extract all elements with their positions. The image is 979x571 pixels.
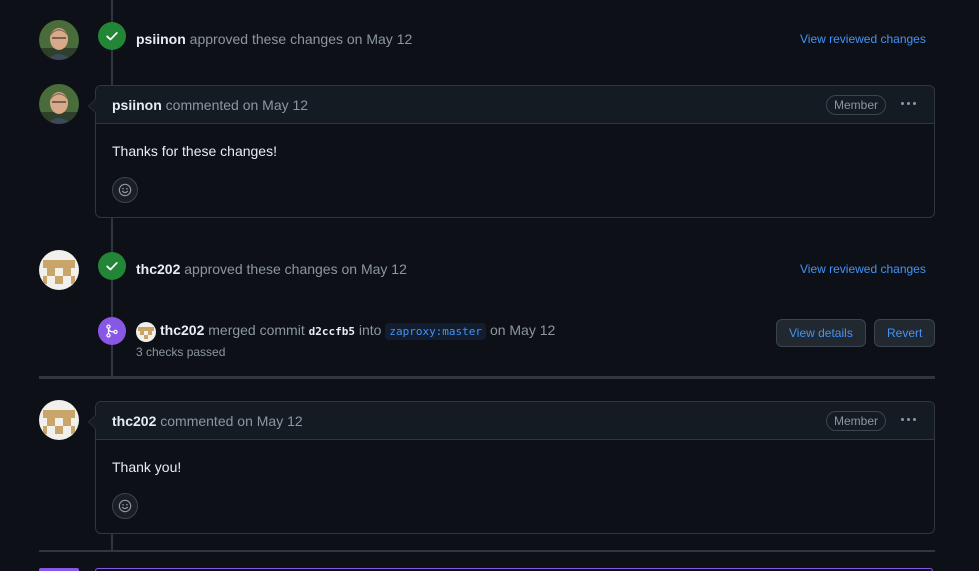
view-details-button[interactable]: View details bbox=[776, 319, 866, 347]
view-reviewed-changes-link[interactable]: View reviewed changes bbox=[800, 32, 926, 46]
add-reaction-button[interactable] bbox=[112, 177, 138, 203]
avatar-thc202[interactable] bbox=[39, 400, 79, 440]
checks-status[interactable]: 3 checks passed bbox=[136, 345, 225, 359]
timeline-divider bbox=[39, 550, 935, 552]
comment-author-line: thc202 commented on May 12 bbox=[112, 413, 303, 429]
member-badge: Member bbox=[825, 95, 886, 115]
smiley-icon bbox=[118, 183, 132, 197]
username-link[interactable]: psiinon bbox=[136, 31, 186, 47]
avatar-psiinon[interactable] bbox=[39, 84, 79, 124]
comment-header: thc202 commented on May 12 Member bbox=[96, 402, 934, 440]
comment-author-line: psiinon commented on May 12 bbox=[112, 97, 308, 113]
comment-header: psiinon commented on May 12 Member bbox=[96, 86, 934, 124]
target-branch[interactable]: zaproxy:master bbox=[385, 323, 487, 340]
username-link[interactable]: psiinon bbox=[112, 97, 162, 113]
comment-box: thc202 commented on May 12 Member Thank … bbox=[88, 401, 935, 534]
merge-verb: merged commit bbox=[208, 322, 305, 338]
merge-text: thc202 merged commit d2ccfb5 into zaprox… bbox=[160, 322, 555, 340]
smiley-icon bbox=[118, 499, 132, 513]
merge-into: into bbox=[358, 322, 382, 338]
commit-sha-link[interactable]: d2ccfb5 bbox=[309, 325, 355, 338]
avatar-thc202-small[interactable] bbox=[136, 322, 156, 342]
timeline-line bbox=[111, 534, 113, 551]
approval-text: thc202 approved these changes on May 12 bbox=[136, 261, 407, 277]
avatar-thc202[interactable] bbox=[39, 250, 79, 290]
approved-badge bbox=[98, 252, 126, 280]
avatar-psiinon[interactable] bbox=[39, 20, 79, 60]
username-link[interactable]: thc202 bbox=[112, 413, 156, 429]
kebab-icon[interactable] bbox=[901, 102, 916, 105]
check-icon bbox=[106, 262, 118, 271]
view-reviewed-changes-link[interactable]: View reviewed changes bbox=[800, 262, 926, 276]
comment-box: psiinon commented on May 12 Member Thank… bbox=[88, 85, 935, 218]
add-reaction-button[interactable] bbox=[112, 493, 138, 519]
approval-action: approved these changes on May 12 bbox=[189, 31, 413, 47]
timeline-line bbox=[111, 218, 113, 376]
comment-meta[interactable]: commented on May 12 bbox=[166, 97, 308, 113]
member-badge: Member bbox=[825, 411, 886, 431]
merged-badge bbox=[98, 317, 126, 345]
revert-button[interactable]: Revert bbox=[874, 319, 936, 347]
username-link[interactable]: thc202 bbox=[136, 261, 180, 277]
username-link[interactable]: thc202 bbox=[160, 322, 204, 338]
check-icon bbox=[106, 32, 118, 41]
merge-icon bbox=[106, 324, 118, 338]
approval-action: approved these changes on May 12 bbox=[184, 261, 407, 277]
timeline-divider bbox=[39, 376, 935, 379]
merge-date[interactable]: on May 12 bbox=[490, 322, 555, 338]
approval-text: psiinon approved these changes on May 12 bbox=[136, 31, 412, 47]
kebab-icon[interactable] bbox=[901, 418, 916, 421]
comment-body: Thanks for these changes! bbox=[112, 143, 277, 159]
comment-meta[interactable]: commented on May 12 bbox=[160, 413, 302, 429]
approved-badge bbox=[98, 22, 126, 50]
comment-body: Thank you! bbox=[112, 459, 182, 475]
